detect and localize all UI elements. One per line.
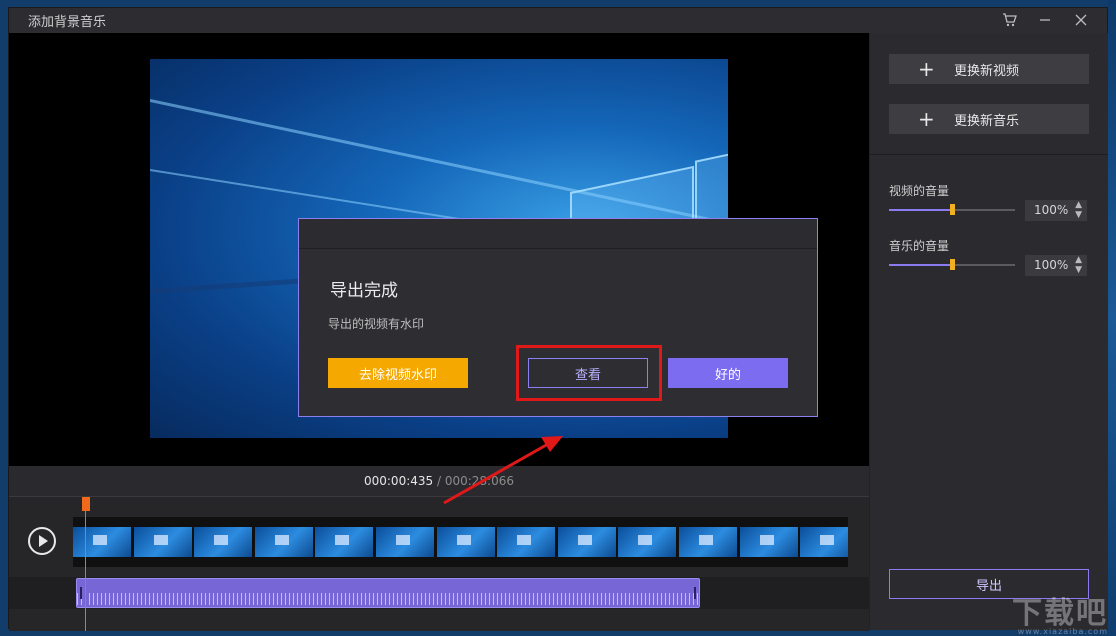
watermark-text: 下载吧	[1012, 596, 1108, 631]
watermark-url: www.xiazaiba.com	[1017, 627, 1108, 636]
site-watermark: 下载吧 www.xiazaiba.com	[1012, 588, 1108, 636]
annotation-arrow	[443, 436, 563, 505]
